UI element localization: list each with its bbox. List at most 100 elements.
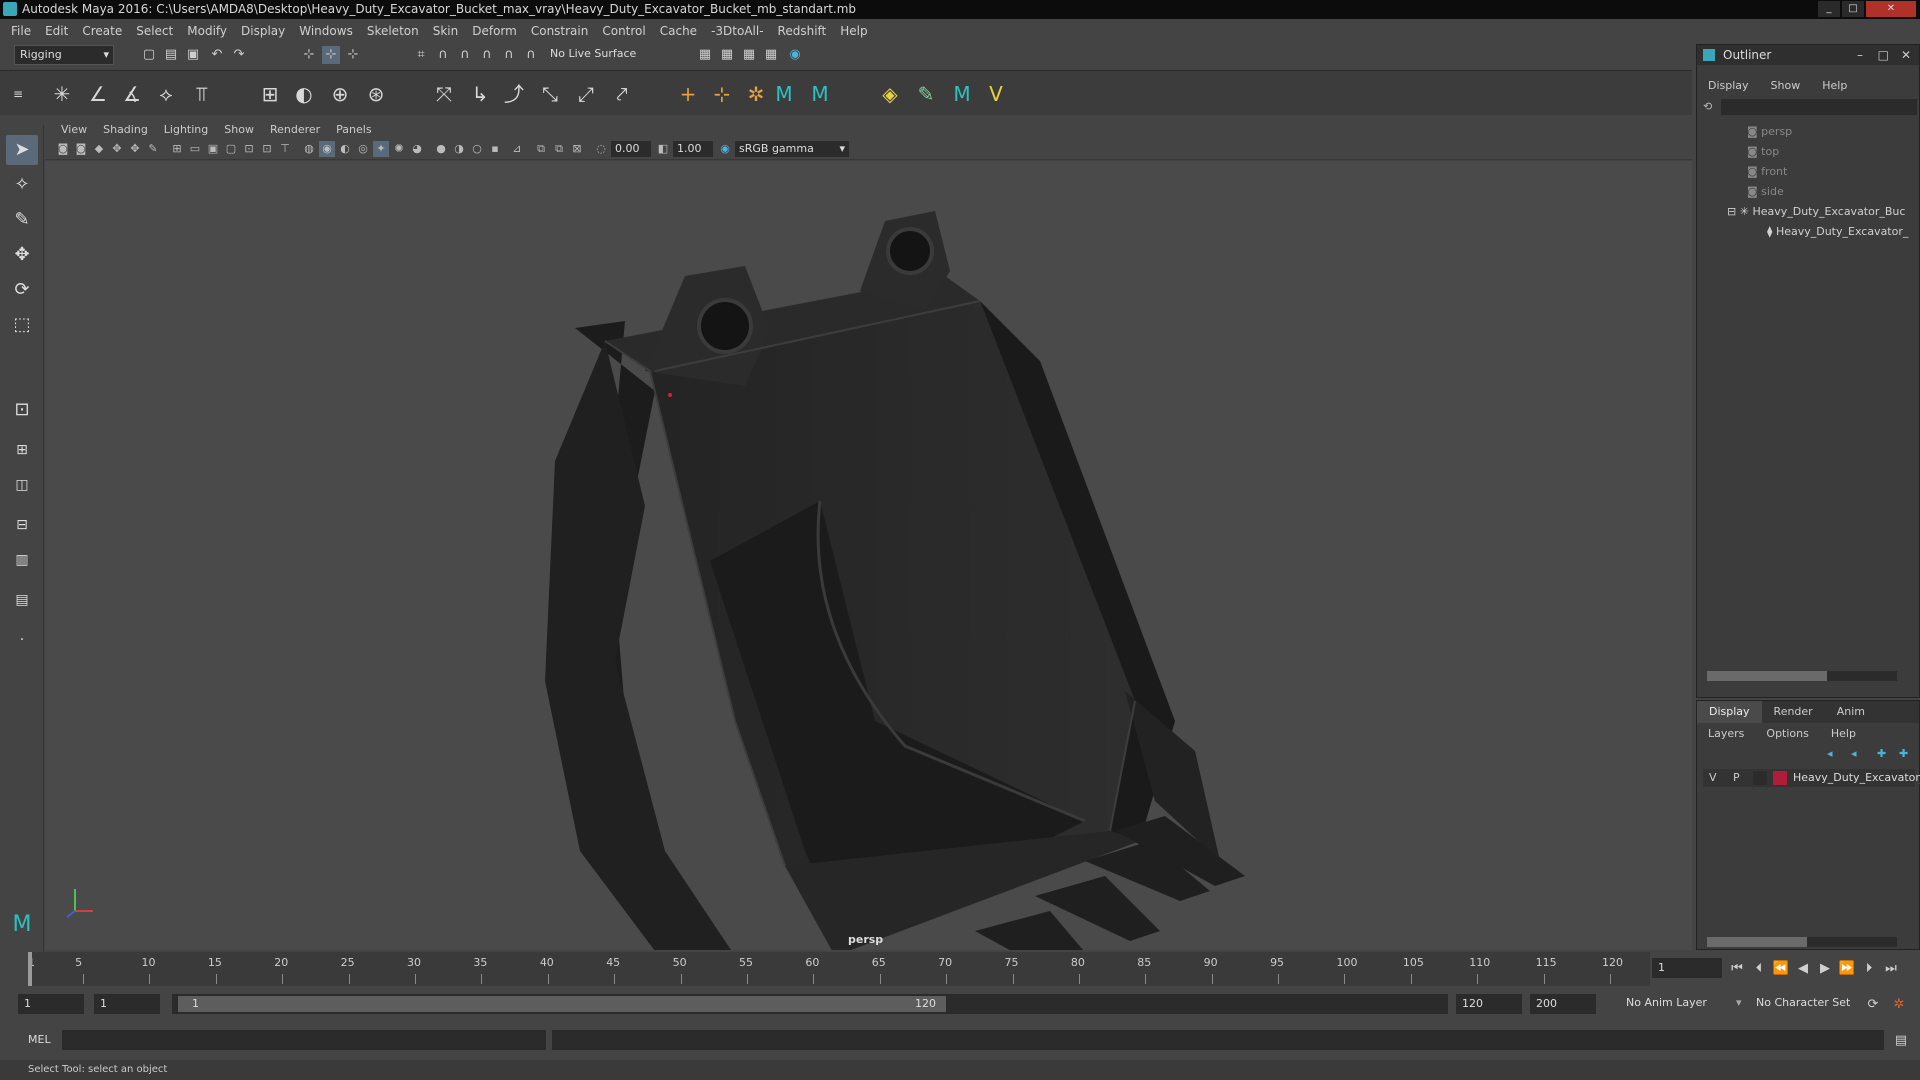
tab-render[interactable]: Render <box>1762 701 1825 723</box>
lasso-tool-icon[interactable]: ✧ <box>6 170 38 200</box>
bookmark-icon[interactable]: ◆ <box>91 141 107 157</box>
animation-end-field[interactable]: 200 <box>1530 994 1596 1014</box>
playback-start-field[interactable]: 1 <box>94 994 160 1014</box>
menu-create[interactable]: Create <box>75 24 129 38</box>
step-back-frame-icon[interactable]: ⏴ <box>1750 960 1768 978</box>
select-tool-icon[interactable]: ➤ <box>6 135 38 165</box>
move-tool-icon[interactable]: ✥ <box>6 240 38 270</box>
parent-constraint-icon[interactable]: ⤡ <box>536 80 564 108</box>
menu-skin[interactable]: Skin <box>426 24 466 38</box>
open-scene-icon[interactable]: ▤ <box>162 46 180 64</box>
play-backwards-icon[interactable]: ◀ <box>1794 960 1812 978</box>
xray-icon[interactable]: ⊿ <box>509 141 525 157</box>
outliner-item-top[interactable]: ◙ top <box>1747 143 1779 161</box>
close-button[interactable]: ✕ <box>1866 1 1916 17</box>
go-to-end-icon[interactable]: ⏭ <box>1882 960 1900 978</box>
snap-grid-icon[interactable]: ⌗ <box>412 46 430 64</box>
film-gate-icon[interactable]: ▭ <box>187 141 203 157</box>
menuset-dropdown[interactable]: Rigging ▾ <box>14 45 114 65</box>
tab-display[interactable]: Display <box>1697 701 1762 723</box>
color-management-icon[interactable]: ◉ <box>717 141 733 157</box>
select-component-icon[interactable]: ⊹ <box>344 46 362 64</box>
maximize-button[interactable]: □ <box>1842 1 1864 17</box>
layout-two-side-icon[interactable]: ◫ <box>6 470 38 500</box>
color-space-dropdown[interactable]: sRGB gamma ▾ <box>735 141 849 157</box>
layout-four-icon[interactable]: ⊞ <box>6 435 38 465</box>
frame-all-icon[interactable]: ⊠ <box>569 141 585 157</box>
maximize-icon[interactable]: □ <box>1878 45 1889 65</box>
textured-icon[interactable]: ◎ <box>355 141 371 157</box>
layer-row[interactable]: V P Heavy_Duty_Excavator_ <box>1703 769 1920 787</box>
safe-title-icon[interactable]: ⊤ <box>277 141 293 157</box>
camera-select-icon[interactable]: ◙ <box>73 141 89 157</box>
hypershade-icon[interactable]: ◉ <box>786 46 804 64</box>
render-view-icon[interactable]: ▦ <box>696 46 714 64</box>
time-ruler[interactable]: 1510152025303540455055606570758085909510… <box>28 952 1650 986</box>
grid-toggle-icon[interactable]: ⊞ <box>169 141 185 157</box>
lattice-icon[interactable]: ⊕ <box>326 80 354 108</box>
layer-hscrollbar[interactable] <box>1707 937 1897 947</box>
exposure-icon[interactable]: ◌ <box>593 141 609 157</box>
animation-start-field[interactable]: 1 <box>18 994 84 1014</box>
viewport-menu-lighting[interactable]: Lighting <box>156 123 216 136</box>
scale-tool-icon[interactable]: ⬚ <box>6 310 38 340</box>
depth-of-field-icon[interactable]: ○ <box>469 141 485 157</box>
menu-select[interactable]: Select <box>129 24 180 38</box>
render-settings-icon[interactable]: ▦ <box>762 46 780 64</box>
set-driven-key-icon[interactable]: ✲ <box>742 80 770 108</box>
layout-outliner-icon[interactable]: ▤ <box>6 585 38 615</box>
3dtoall-icon-1[interactable]: M <box>770 80 798 108</box>
orient-constraint-icon[interactable]: ↳ <box>466 80 494 108</box>
step-forward-frame-icon[interactable]: ⏵ <box>1860 960 1878 978</box>
ik-handle-icon[interactable]: ∠ <box>84 80 112 108</box>
image-plane-icon[interactable]: ✥ <box>109 141 125 157</box>
outliner-hscrollbar[interactable] <box>1707 671 1897 681</box>
step-forward-key-icon[interactable]: ⏩ <box>1838 960 1856 978</box>
close-icon[interactable]: ✕ <box>1901 45 1911 65</box>
new-scene-icon[interactable]: ▢ <box>140 46 158 64</box>
3dtoall-icon-3[interactable]: M <box>948 80 976 108</box>
layer-type-toggle[interactable] <box>1753 771 1767 785</box>
range-handle[interactable]: 1 120 <box>178 996 946 1012</box>
anim-layer-dropdown[interactable]: No Anim Layer <box>1626 996 1707 1009</box>
layer-color-swatch[interactable] <box>1773 771 1787 785</box>
outliner-menu-show[interactable]: Show <box>1760 79 1812 95</box>
render-current-icon[interactable]: ▦ <box>718 46 736 64</box>
joint-tool-icon[interactable]: ✳ <box>48 80 76 108</box>
grease-pencil-icon[interactable]: ✎ <box>145 141 161 157</box>
shadows-icon[interactable]: ✺ <box>391 141 407 157</box>
menu-constrain[interactable]: Constrain <box>524 24 596 38</box>
auto-key-icon[interactable]: ⟳ <box>1864 996 1882 1014</box>
move-layer-up-icon[interactable]: ◂ <box>1827 747 1833 760</box>
script-editor-icon[interactable]: ▤ <box>1892 1032 1910 1050</box>
exposure-field[interactable]: 0.00 <box>611 141 651 157</box>
menu-redshift[interactable]: Redshift <box>771 24 834 38</box>
mirror-joint-icon[interactable]: ⫪ <box>188 80 216 108</box>
select-hierarchy-icon[interactable]: ⊹ <box>300 46 318 64</box>
cluster-icon[interactable]: ⊛ <box>362 80 390 108</box>
layout-two-stack-icon[interactable]: ⊟ <box>6 510 38 540</box>
menu-display[interactable]: Display <box>234 24 292 38</box>
outliner-item-group[interactable]: ⊟ ✳ Heavy_Duty_Excavator_Buc <box>1727 203 1905 221</box>
viewport-menu-view[interactable]: View <box>53 123 95 136</box>
snap-curve-icon[interactable]: ∩ <box>434 46 452 64</box>
select-object-icon[interactable]: ⊹ <box>322 46 340 64</box>
menu-skeleton[interactable]: Skeleton <box>360 24 426 38</box>
bind-skin-icon[interactable]: ⊞ <box>256 80 284 108</box>
gate-mask-icon[interactable]: ▢ <box>223 141 239 157</box>
layer-playback-toggle[interactable]: P <box>1733 771 1740 784</box>
paint-weights-icon[interactable]: ◐ <box>290 80 318 108</box>
paint-select-icon[interactable]: ✎ <box>6 205 38 235</box>
step-back-key-icon[interactable]: ⏪ <box>1772 960 1790 978</box>
scale-constraint-icon[interactable]: ⤤ <box>608 80 636 108</box>
locator-icon[interactable]: + <box>674 80 702 108</box>
menu-cache[interactable]: Cache <box>653 24 704 38</box>
move-layer-down-icon[interactable]: ◂ <box>1851 747 1857 760</box>
layer-menu-help[interactable]: Help <box>1820 727 1867 743</box>
scroll-thumb[interactable] <box>1707 937 1807 947</box>
new-layer-icon[interactable]: ✚ <box>1877 747 1886 760</box>
smooth-shade-icon[interactable]: ◉ <box>319 141 335 157</box>
live-surface-label[interactable]: No Live Surface <box>550 47 636 60</box>
3d-canvas[interactable]: persp <box>45 161 1692 1066</box>
insert-joint-icon[interactable]: ⟡ <box>152 80 180 108</box>
